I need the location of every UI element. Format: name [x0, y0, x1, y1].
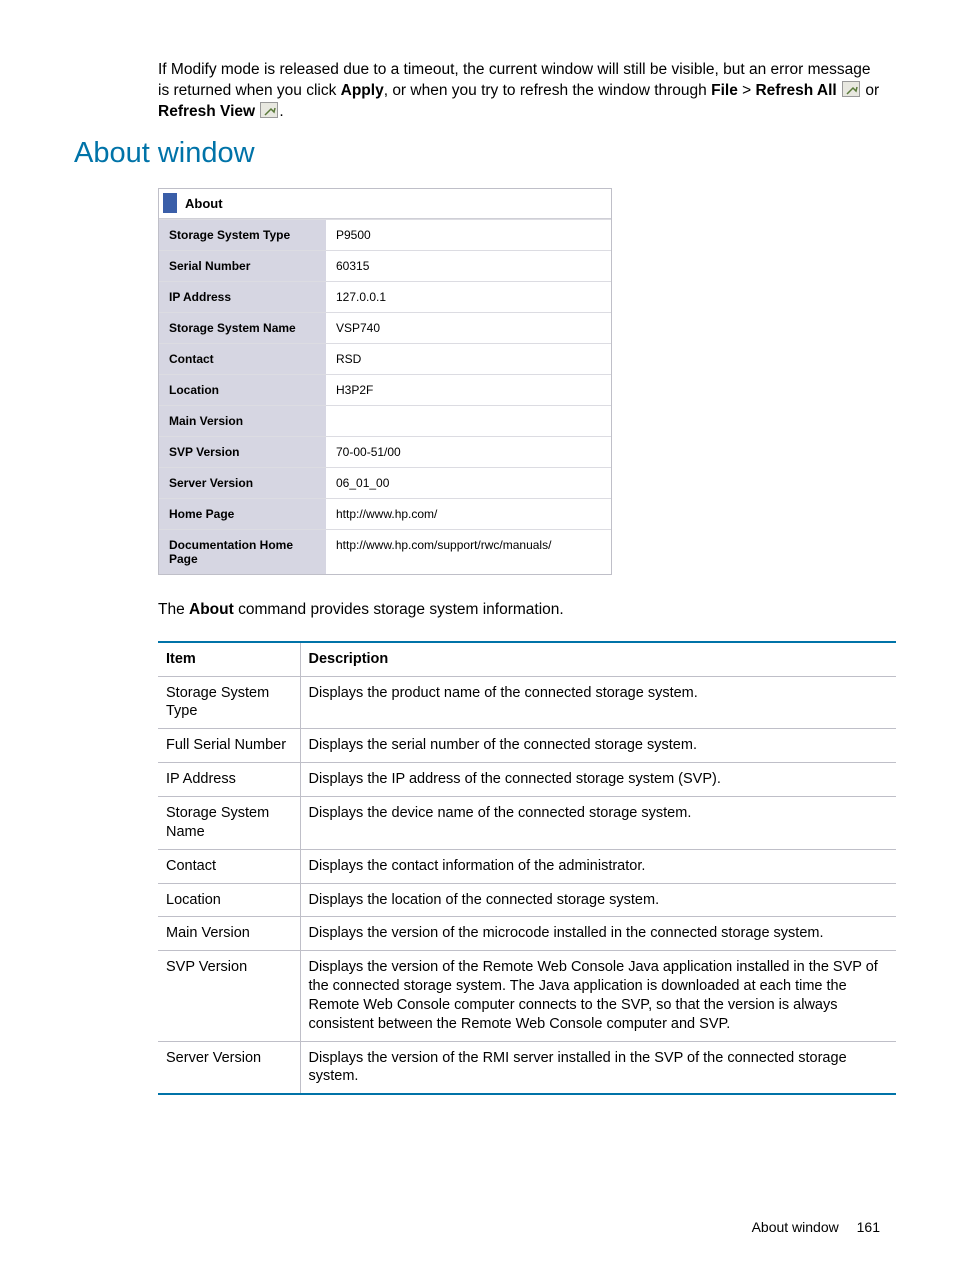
- table-row: LocationDisplays the location of the con…: [158, 883, 896, 917]
- intro-gt: >: [738, 82, 756, 99]
- about-value: 60315: [326, 251, 611, 281]
- page-footer: About window 161: [752, 1219, 880, 1235]
- intro-or: or: [865, 82, 879, 99]
- about-value: P9500: [326, 220, 611, 250]
- desc-header-item: Item: [158, 642, 300, 676]
- about-panel-title: About: [185, 196, 223, 211]
- desc-item: Server Version: [158, 1041, 300, 1094]
- desc-item: Storage System Type: [158, 676, 300, 729]
- about-label: Server Version: [159, 468, 326, 498]
- intro-paragraph: If Modify mode is released due to a time…: [158, 60, 880, 123]
- desc-text: Displays the version of the Remote Web C…: [300, 951, 896, 1041]
- desc-header-desc: Description: [300, 642, 896, 676]
- desc-text: Displays the IP address of the connected…: [300, 763, 896, 797]
- about-label: Location: [159, 375, 326, 405]
- about-value: 06_01_00: [326, 468, 611, 498]
- desc-text: Displays the location of the connected s…: [300, 883, 896, 917]
- desc-item: Contact: [158, 849, 300, 883]
- caption-post: command provides storage system informat…: [234, 601, 564, 618]
- about-label: SVP Version: [159, 437, 326, 467]
- desc-text: Displays the version of the RMI server i…: [300, 1041, 896, 1094]
- about-value: RSD: [326, 344, 611, 374]
- desc-item: Full Serial Number: [158, 729, 300, 763]
- about-header-icon: [163, 193, 177, 213]
- desc-item: Storage System Name: [158, 796, 300, 849]
- intro-refresh-view: Refresh View: [158, 103, 255, 120]
- about-value: VSP740: [326, 313, 611, 343]
- desc-item: SVP Version: [158, 951, 300, 1041]
- about-panel-header: About: [159, 189, 611, 219]
- table-row: ContactDisplays the contact information …: [158, 849, 896, 883]
- refresh-all-icon: [842, 81, 860, 97]
- about-label: Serial Number: [159, 251, 326, 281]
- intro-apply: Apply: [341, 82, 384, 99]
- table-row: Storage System TypeDisplays the product …: [158, 676, 896, 729]
- about-label: Contact: [159, 344, 326, 374]
- table-row: IP AddressDisplays the IP address of the…: [158, 763, 896, 797]
- desc-text: Displays the product name of the connect…: [300, 676, 896, 729]
- about-value: H3P2F: [326, 375, 611, 405]
- table-row: Full Serial NumberDisplays the serial nu…: [158, 729, 896, 763]
- about-panel: About Storage System TypeP9500 Serial Nu…: [158, 188, 612, 575]
- desc-text: Displays the contact information of the …: [300, 849, 896, 883]
- about-label: Home Page: [159, 499, 326, 529]
- about-label: Documentation Home Page: [159, 530, 326, 574]
- table-row: Server VersionDisplays the version of th…: [158, 1041, 896, 1094]
- desc-text: Displays the serial number of the connec…: [300, 729, 896, 763]
- about-value: 70-00-51/00: [326, 437, 611, 467]
- caption-pre: The: [158, 601, 189, 618]
- about-label: Main Version: [159, 406, 326, 436]
- footer-title: About window: [752, 1219, 839, 1235]
- about-label: Storage System Name: [159, 313, 326, 343]
- desc-item: Main Version: [158, 917, 300, 951]
- desc-item: Location: [158, 883, 300, 917]
- desc-text: Displays the device name of the connecte…: [300, 796, 896, 849]
- intro-dot: .: [279, 103, 283, 120]
- about-value: [326, 406, 611, 436]
- footer-page-number: 161: [857, 1219, 880, 1235]
- section-heading: About window: [74, 137, 880, 170]
- about-value: http://www.hp.com/: [326, 499, 611, 529]
- about-label: Storage System Type: [159, 220, 326, 250]
- table-row: Storage System NameDisplays the device n…: [158, 796, 896, 849]
- description-table: Item Description Storage System TypeDisp…: [158, 641, 896, 1096]
- about-value: 127.0.0.1: [326, 282, 611, 312]
- intro-file: File: [711, 82, 738, 99]
- table-row: Main VersionDisplays the version of the …: [158, 917, 896, 951]
- refresh-view-icon: [260, 102, 278, 118]
- caption-about: About: [189, 601, 234, 618]
- about-value: http://www.hp.com/support/rwc/manuals/: [326, 530, 611, 574]
- about-caption: The About command provides storage syste…: [158, 601, 880, 619]
- table-row: SVP VersionDisplays the version of the R…: [158, 951, 896, 1041]
- intro-text-2: , or when you try to refresh the window …: [384, 82, 711, 99]
- desc-text: Displays the version of the microcode in…: [300, 917, 896, 951]
- desc-item: IP Address: [158, 763, 300, 797]
- intro-refresh-all: Refresh All: [755, 82, 836, 99]
- about-label: IP Address: [159, 282, 326, 312]
